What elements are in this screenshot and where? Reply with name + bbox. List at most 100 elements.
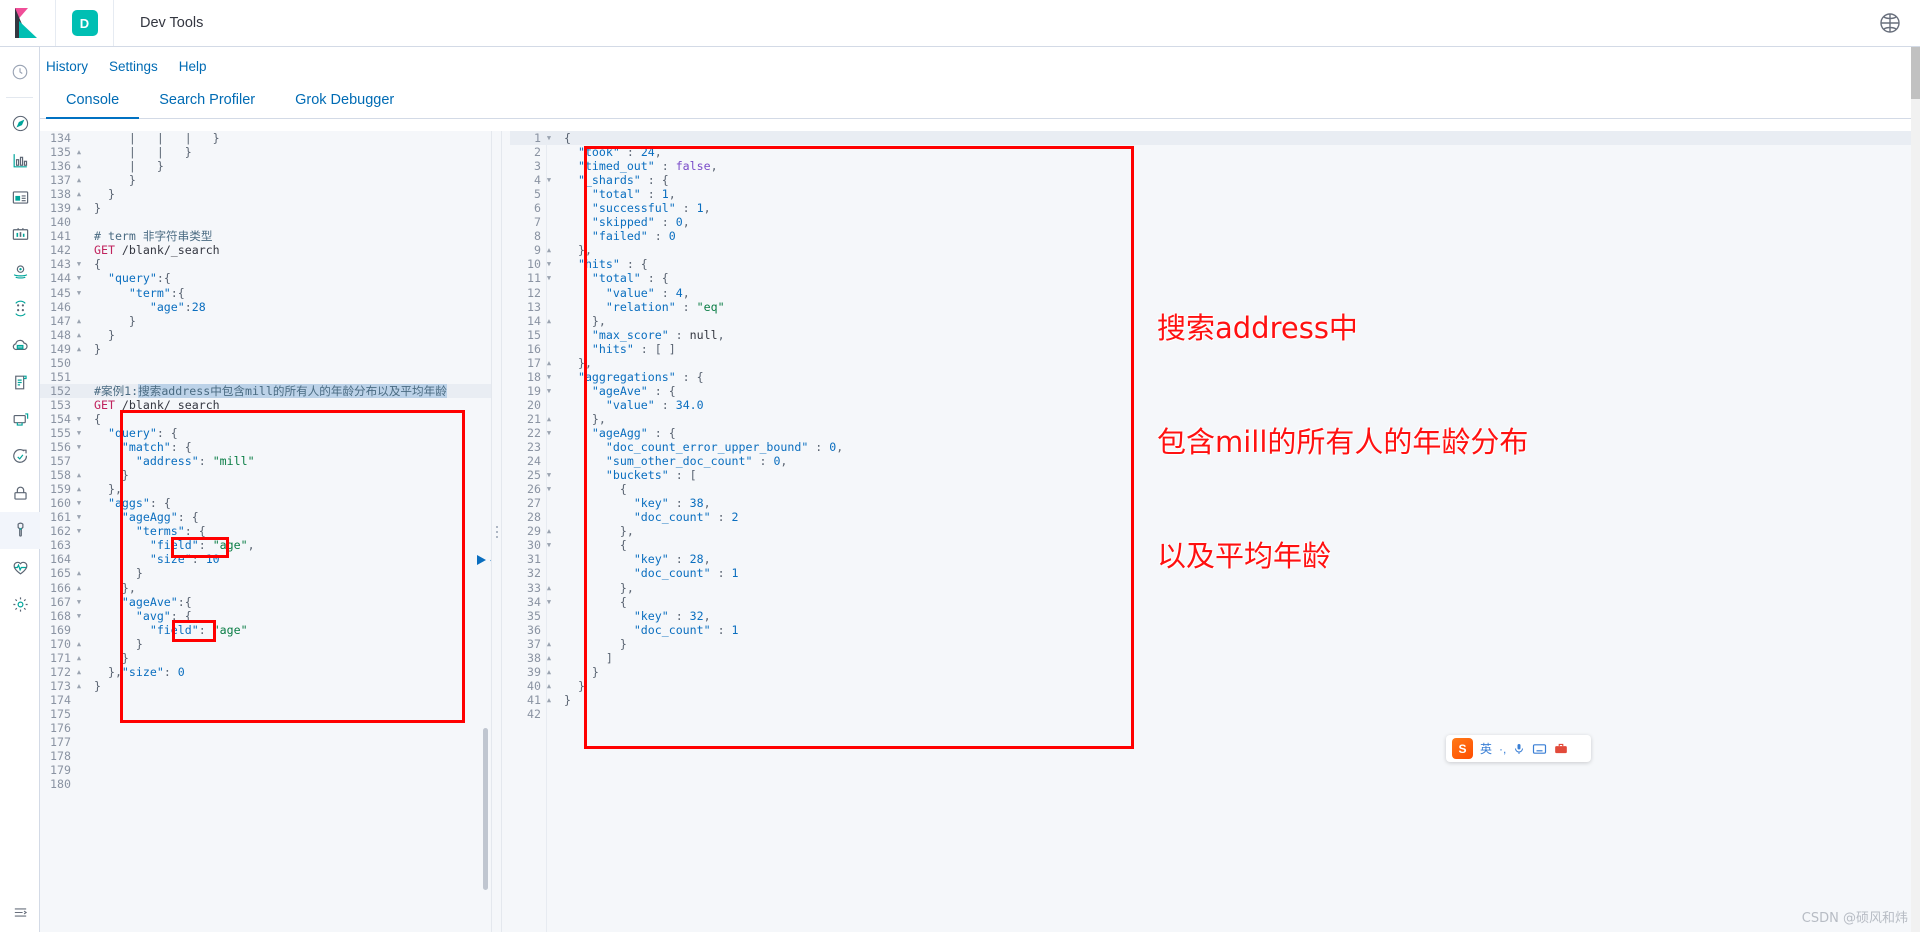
fold-toggle-icon[interactable]: ▼ xyxy=(74,510,84,524)
sidebar-item-logs[interactable] xyxy=(0,364,40,401)
run-request-play-icon[interactable] xyxy=(477,555,486,565)
fold-toggle-icon[interactable]: ▼ xyxy=(544,257,554,271)
toolbox-icon[interactable] xyxy=(1554,742,1568,755)
fold-toggle-icon[interactable]: ▲ xyxy=(74,342,84,356)
code-line[interactable]: 163 "field": "age", xyxy=(40,538,491,552)
code-line[interactable]: 166 ▲ }, xyxy=(40,581,491,595)
code-line[interactable]: 177 xyxy=(40,735,491,749)
code-line[interactable]: 171 ▲ } xyxy=(40,651,491,665)
fold-toggle-icon[interactable]: ▲ xyxy=(544,665,554,679)
fold-toggle-icon[interactable]: ▲ xyxy=(74,637,84,651)
fold-toggle-icon[interactable]: ▼ xyxy=(74,257,84,271)
code-line[interactable]: 143 ▼ { xyxy=(40,257,491,271)
code-line[interactable]: 147 ▲ } xyxy=(40,314,491,328)
code-line[interactable]: 142 GET /blank/_search xyxy=(40,243,491,257)
request-editor-code[interactable]: 134 | | | } 135 ▲ | | } 136 ▲ | } 137 ▲ } 138 ▲ … xyxy=(40,131,491,932)
code-line[interactable]: 165 ▲ } xyxy=(40,566,491,580)
mic-icon[interactable] xyxy=(1513,742,1525,756)
code-line[interactable]: 156 ▼ "match": { xyxy=(40,440,491,454)
code-line[interactable]: 175 xyxy=(40,707,491,721)
fold-toggle-icon[interactable]: ▼ xyxy=(74,524,84,538)
grid-icon[interactable] xyxy=(1575,744,1585,754)
fold-toggle-icon[interactable]: ▲ xyxy=(74,314,84,328)
fold-toggle-icon[interactable]: ▼ xyxy=(74,286,84,300)
sidebar-item-infrastructure[interactable] xyxy=(0,327,40,364)
fold-toggle-icon[interactable]: ▲ xyxy=(544,637,554,651)
fold-toggle-icon[interactable]: ▲ xyxy=(74,651,84,665)
fold-toggle-icon[interactable]: ▼ xyxy=(74,609,84,623)
tab-grok-debugger[interactable]: Grok Debugger xyxy=(275,92,414,119)
code-line[interactable]: 134 | | | } xyxy=(40,131,491,145)
code-line[interactable]: 150 xyxy=(40,356,491,370)
fold-toggle-icon[interactable]: ▲ xyxy=(74,201,84,215)
fold-toggle-icon[interactable]: ▲ xyxy=(544,314,554,328)
code-line[interactable]: 172 ▲ },"size": 0 xyxy=(40,665,491,679)
code-line[interactable]: 145 ▼ "term":{ xyxy=(40,286,491,300)
code-line[interactable]: 38 ▲ ] xyxy=(510,651,1919,665)
code-line[interactable]: 3 "timed_out" : false, xyxy=(510,159,1919,173)
fold-toggle-icon[interactable]: ▲ xyxy=(74,566,84,580)
code-line[interactable]: 157 "address": "mill" xyxy=(40,454,491,468)
code-line[interactable]: 179 xyxy=(40,763,491,777)
code-line[interactable]: 155 ▼ "query": { xyxy=(40,426,491,440)
sidebar-item-dev-tools[interactable] xyxy=(0,512,40,549)
code-line[interactable]: 42 xyxy=(510,707,1919,721)
code-line[interactable]: 170 ▲ } xyxy=(40,637,491,651)
code-line[interactable]: 137 ▲ } xyxy=(40,173,491,187)
sidebar-item-dashboard[interactable] xyxy=(0,142,40,179)
fold-toggle-icon[interactable]: ▼ xyxy=(74,426,84,440)
tab-search-profiler[interactable]: Search Profiler xyxy=(139,92,275,119)
help-circle-icon[interactable] xyxy=(1878,11,1902,35)
fold-toggle-icon[interactable]: ▼ xyxy=(74,412,84,426)
fold-toggle-icon[interactable]: ▲ xyxy=(74,187,84,201)
pane-splitter-handle[interactable] xyxy=(491,131,502,932)
fold-toggle-icon[interactable]: ▼ xyxy=(74,440,84,454)
code-line[interactable]: 173 ▲} xyxy=(40,679,491,693)
code-line[interactable]: 178 xyxy=(40,749,491,763)
code-line[interactable]: 139 ▲} xyxy=(40,201,491,215)
code-line[interactable]: 138 ▲ } xyxy=(40,187,491,201)
window-scrollbar-track[interactable] xyxy=(1911,47,1920,932)
code-line[interactable]: 158 ▲ } xyxy=(40,468,491,482)
fold-toggle-icon[interactable]: ▲ xyxy=(74,581,84,595)
window-scrollbar-thumb[interactable] xyxy=(1911,47,1920,99)
fold-toggle-icon[interactable]: ▼ xyxy=(74,496,84,510)
nav-link-help[interactable]: Help xyxy=(179,59,207,74)
fold-toggle-icon[interactable]: ▼ xyxy=(544,538,554,552)
fold-toggle-icon[interactable]: ▲ xyxy=(74,665,84,679)
code-line[interactable]: 2 "took" : 24, xyxy=(510,145,1919,159)
code-line[interactable]: 180 xyxy=(40,777,491,791)
sidebar-item-siem[interactable] xyxy=(0,475,40,512)
fold-toggle-icon[interactable]: ▲ xyxy=(74,173,84,187)
ime-punctuation-toggle[interactable]: ·, xyxy=(1499,742,1506,756)
fold-toggle-icon[interactable]: ▼ xyxy=(544,595,554,609)
sidebar-item-apm[interactable] xyxy=(0,401,40,438)
code-line[interactable]: 164 "size": 10 xyxy=(40,552,491,566)
fold-toggle-icon[interactable]: ▲ xyxy=(74,679,84,693)
fold-toggle-icon[interactable]: ▼ xyxy=(544,468,554,482)
code-line[interactable]: 4 ▼ "_shards" : { xyxy=(510,173,1919,187)
fold-toggle-icon[interactable]: ▲ xyxy=(74,159,84,173)
sidebar-item-recently-viewed[interactable] xyxy=(0,53,40,90)
code-line[interactable]: 1 ▼ { xyxy=(510,131,1919,146)
fold-toggle-icon[interactable]: ▼ xyxy=(74,595,84,609)
fold-toggle-icon[interactable]: ▲ xyxy=(544,679,554,693)
code-line[interactable]: 40 ▲ } xyxy=(510,679,1919,693)
sidebar-item-canvas[interactable] xyxy=(0,179,40,216)
fold-toggle-icon[interactable]: ▲ xyxy=(544,243,554,257)
code-line[interactable]: 160 ▼ "aggs": { xyxy=(40,496,491,510)
code-line[interactable]: 41 ▲} xyxy=(510,693,1919,707)
code-line[interactable]: 154 ▼ { xyxy=(40,412,491,426)
code-line[interactable]: 144 ▼ "query":{ xyxy=(40,271,491,285)
code-line[interactable]: 7 "skipped" : 0, xyxy=(510,215,1919,229)
code-line[interactable]: 176 xyxy=(40,721,491,735)
nav-link-history[interactable]: History xyxy=(46,59,88,74)
code-line[interactable]: 152 #案例1:搜索address中包含mill的所有人的年龄分布以及平均年龄 xyxy=(40,383,491,398)
request-options-wrench-icon[interactable] xyxy=(489,551,491,569)
fold-toggle-icon[interactable]: ▲ xyxy=(544,693,554,707)
fold-toggle-icon[interactable]: ▼ xyxy=(544,370,554,384)
ime-floating-toolbar[interactable]: S 英 ·, xyxy=(1446,735,1592,762)
tab-console[interactable]: Console xyxy=(46,92,140,119)
fold-toggle-icon[interactable]: ▲ xyxy=(74,482,84,496)
space-selector-button[interactable]: D xyxy=(56,0,114,46)
